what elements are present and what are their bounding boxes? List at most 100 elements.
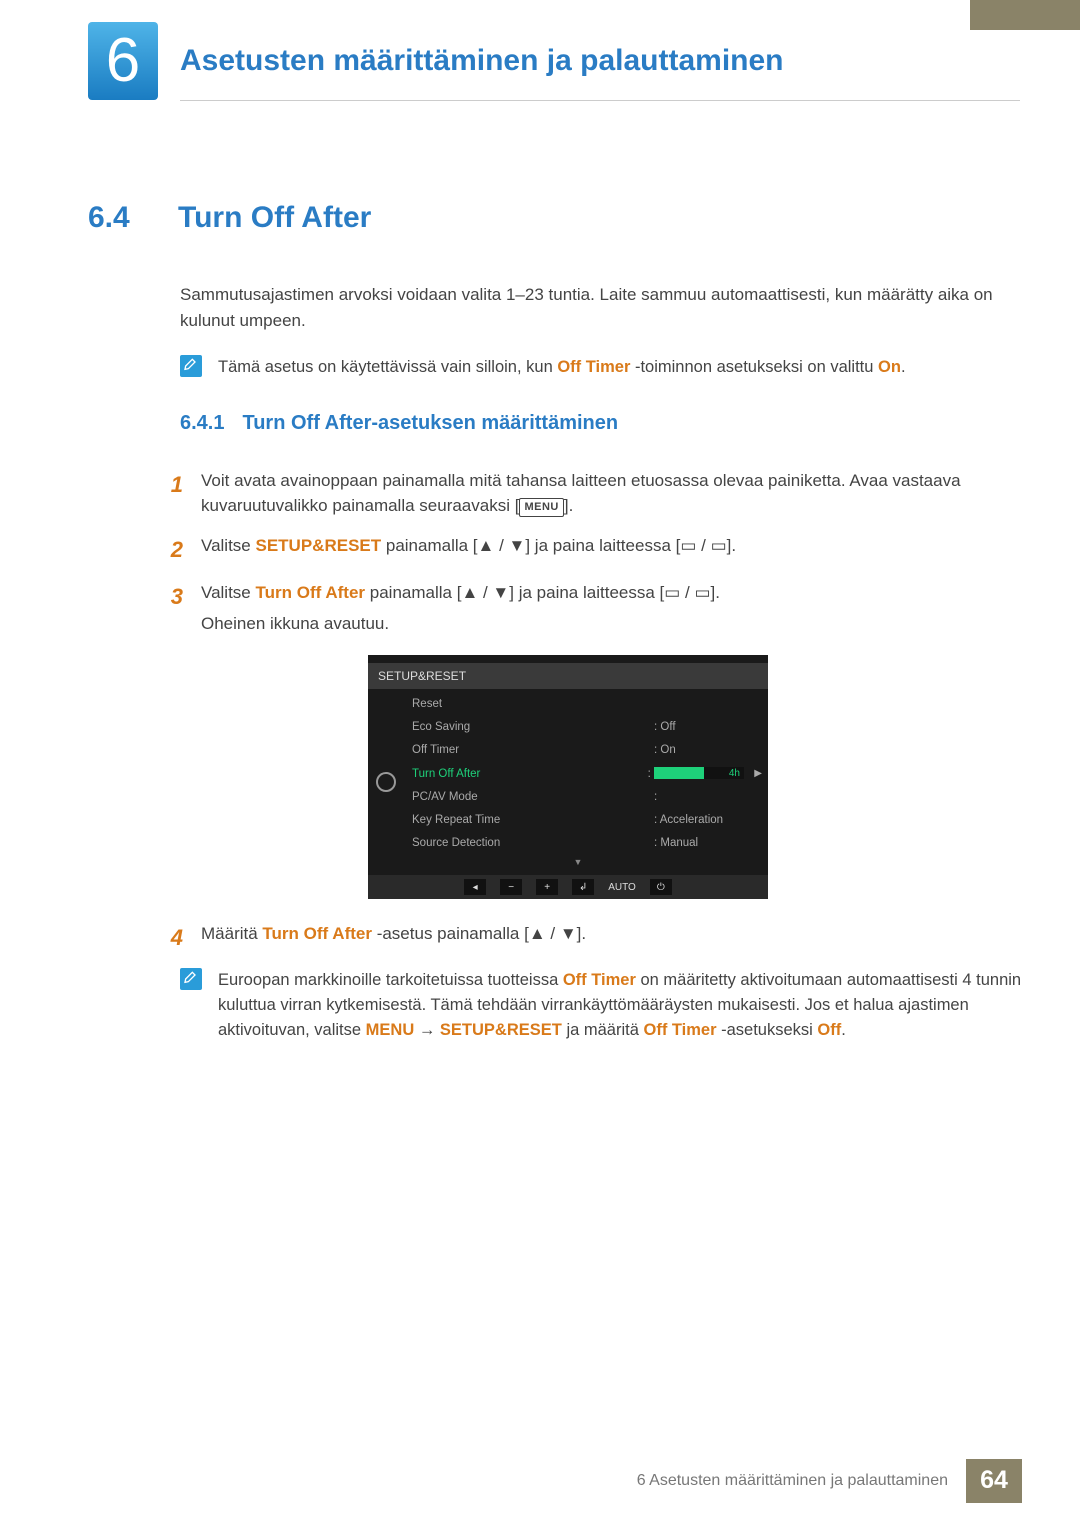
s4-a: Määritä bbox=[201, 924, 262, 943]
osd-slider-fill bbox=[654, 767, 704, 779]
s4-kw: Turn Off After bbox=[262, 924, 372, 943]
s2-a: Valitse bbox=[201, 536, 256, 555]
note-1-text: Tämä asetus on käytettävissä vain silloi… bbox=[218, 355, 1022, 380]
page-content: 6.4 Turn Off After Sammutusajastimen arv… bbox=[88, 195, 1022, 1070]
osd-timer-l: Off Timer bbox=[412, 742, 459, 759]
n2-kw3: SETUP&RESET bbox=[440, 1021, 562, 1039]
s1-b: ]. bbox=[564, 496, 573, 515]
page-number: 64 bbox=[966, 1459, 1022, 1503]
osd-eco-v: : Off bbox=[654, 719, 744, 736]
osd-title: SETUP&RESET bbox=[368, 663, 768, 689]
page-footer: 6 Asetusten määrittäminen ja palauttamin… bbox=[637, 1459, 1022, 1503]
n2-kw2: MENU bbox=[366, 1021, 415, 1039]
footer-chapter-label: 6 Asetusten määrittäminen ja palauttamin… bbox=[637, 1469, 966, 1493]
n2-kw5: Off bbox=[817, 1021, 841, 1039]
osd-pcav-v: : bbox=[654, 789, 744, 806]
chapter-badge: 6 bbox=[88, 22, 158, 100]
step-4: 4 Määritä Turn Off After -asetus painama… bbox=[163, 921, 1022, 954]
note-2-text: Euroopan markkinoille tarkoitetuissa tuo… bbox=[218, 968, 1022, 1042]
osd-timer-v: : On bbox=[654, 742, 744, 759]
s3-c: ] ja paina laitteessa [ bbox=[509, 583, 664, 602]
section-title: Turn Off After bbox=[178, 195, 371, 240]
nav-enter-icon: ↲ bbox=[572, 879, 594, 895]
osd-slider-label: 4h bbox=[729, 766, 740, 781]
n2-e: -asetukseksi bbox=[717, 1021, 818, 1039]
chevron-down-icon: ▼ bbox=[412, 856, 744, 870]
enter-icon: ▭ / ▭ bbox=[680, 536, 726, 555]
s4-b: -asetus painamalla [ bbox=[372, 924, 529, 943]
osd-reset-v bbox=[654, 696, 744, 713]
osd-rows: Reset Eco Saving: Off Off Timer : On Turn… bbox=[404, 689, 768, 875]
osd-src-l: Source Detection bbox=[412, 835, 500, 852]
chapter-title: Asetusten määrittäminen ja palauttaminen bbox=[180, 38, 784, 83]
osd-row-timer: Off Timer : On bbox=[412, 739, 744, 762]
nav-minus-icon: − bbox=[500, 879, 522, 895]
n2-d: ja määritä bbox=[562, 1021, 644, 1039]
section-number: 6.4 bbox=[88, 195, 158, 240]
note-icon bbox=[180, 355, 202, 377]
note1-pre: Tämä asetus on käytettävissä vain silloi… bbox=[218, 358, 557, 376]
step-1: 1 Voit avata avainoppaan painamalla mitä… bbox=[163, 468, 1022, 519]
intro-paragraph: Sammutusajastimen arvoksi voidaan valita… bbox=[180, 282, 1022, 333]
header-strip bbox=[970, 0, 1080, 30]
osd-toa-v: : 4h bbox=[648, 766, 744, 783]
s2-c: ] ja paina laitteessa [ bbox=[525, 536, 680, 555]
osd-row-src: Source Detection : Manual bbox=[412, 832, 744, 855]
s4-c: ]. bbox=[577, 924, 586, 943]
step-1-text: Voit avata avainoppaan painamalla mitä t… bbox=[201, 468, 1022, 519]
note1-post: . bbox=[901, 358, 906, 376]
osd-nav-bar: ◂ − + ↲ AUTO ⏻ bbox=[368, 875, 768, 899]
osd-row-reset: Reset bbox=[412, 693, 744, 716]
up-down-icon: ▲ / ▼ bbox=[529, 924, 577, 943]
s2-kw: SETUP&RESET bbox=[256, 536, 382, 555]
up-down-icon: ▲ / ▼ bbox=[461, 583, 509, 602]
osd-screenshot: SETUP&RESET Reset Eco Saving: Off Off Ti… bbox=[368, 655, 768, 899]
note1-kw1: Off Timer bbox=[557, 358, 630, 376]
osd-slider: 4h bbox=[654, 767, 744, 779]
n2-f: . bbox=[841, 1021, 846, 1039]
s3-d: ]. bbox=[711, 583, 720, 602]
osd-toa-l: Turn Off After bbox=[412, 766, 480, 783]
s3-kw: Turn Off After bbox=[256, 583, 366, 602]
step-2-text: Valitse SETUP&RESET painamalla [▲ / ▼] j… bbox=[201, 533, 1022, 566]
subsection-heading: 6.4.1 Turn Off After-asetuksen määrittäm… bbox=[180, 408, 1022, 438]
note-2: Euroopan markkinoille tarkoitetuissa tuo… bbox=[180, 968, 1022, 1042]
osd-body: Reset Eco Saving: Off Off Timer : On Turn… bbox=[368, 689, 768, 875]
osd-row-eco: Eco Saving: Off bbox=[412, 716, 744, 739]
step-3-text: Valitse Turn Off After painamalla [▲ / ▼… bbox=[201, 580, 1022, 637]
subsection-title: Turn Off After-asetuksen määrittäminen bbox=[242, 408, 618, 438]
menu-pill: MENU bbox=[519, 498, 563, 517]
step-2: 2 Valitse SETUP&RESET painamalla [▲ / ▼]… bbox=[163, 533, 1022, 566]
osd-src-v: : Manual bbox=[654, 835, 744, 852]
section-heading: 6.4 Turn Off After bbox=[88, 195, 1022, 240]
s3-b: painamalla [ bbox=[365, 583, 461, 602]
osd-krt-v: : Acceleration bbox=[654, 812, 744, 829]
subsection-number: 6.4.1 bbox=[180, 408, 224, 438]
step-4-num: 4 bbox=[163, 921, 183, 954]
note-1: Tämä asetus on käytettävissä vain silloi… bbox=[180, 355, 1022, 380]
step-4-text: Määritä Turn Off After -asetus painamall… bbox=[201, 921, 1022, 954]
gear-icon bbox=[376, 772, 396, 792]
osd-reset-l: Reset bbox=[412, 696, 442, 713]
osd-row-pcav: PC/AV Mode: bbox=[412, 786, 744, 809]
nav-back-icon: ◂ bbox=[464, 879, 486, 895]
enter-icon: ▭ / ▭ bbox=[664, 583, 710, 602]
osd-icon-col bbox=[368, 689, 404, 875]
n2-kw4: Off Timer bbox=[643, 1021, 716, 1039]
s2-b: painamalla [ bbox=[381, 536, 477, 555]
s3-a: Valitse bbox=[201, 583, 256, 602]
header-divider bbox=[180, 100, 1020, 101]
step-1-num: 1 bbox=[163, 468, 183, 519]
step-3-num: 3 bbox=[163, 580, 183, 637]
osd-krt-l: Key Repeat Time bbox=[412, 812, 500, 829]
n2-kw1: Off Timer bbox=[563, 971, 636, 989]
osd-pcav-l: PC/AV Mode bbox=[412, 789, 478, 806]
nav-power-icon: ⏻ bbox=[650, 879, 672, 895]
note-icon bbox=[180, 968, 202, 990]
osd-row-krt: Key Repeat Time : Acceleration bbox=[412, 809, 744, 832]
step-3: 3 Valitse Turn Off After painamalla [▲ /… bbox=[163, 580, 1022, 637]
n2-c: → bbox=[414, 1021, 440, 1039]
note1-mid: -toiminnon asetukseksi on valittu bbox=[630, 358, 878, 376]
s1-a: Voit avata avainoppaan painamalla mitä t… bbox=[201, 471, 961, 516]
nav-plus-icon: + bbox=[536, 879, 558, 895]
